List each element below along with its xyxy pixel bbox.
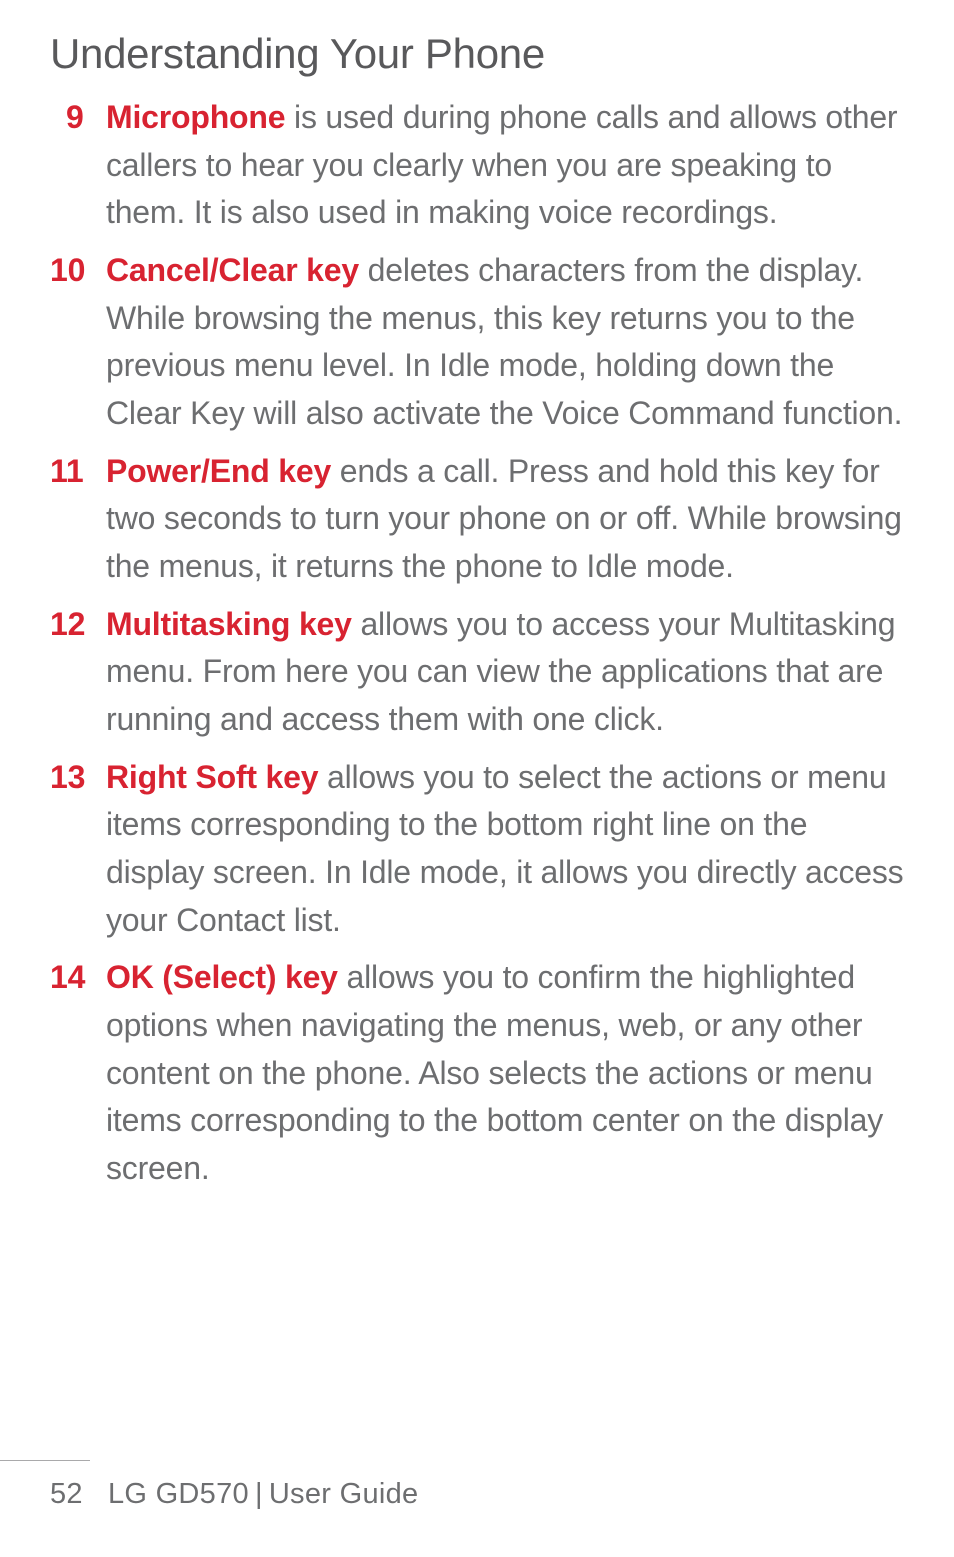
item-term: Microphone: [106, 99, 285, 135]
page-title: Understanding Your Phone: [50, 30, 914, 78]
product-name: LG GD570: [108, 1478, 249, 1510]
list-item: 9 Microphone is used during phone calls …: [50, 94, 914, 237]
item-number: 13: [50, 754, 85, 802]
page-footer: 52 LG GD570|User Guide: [50, 1478, 418, 1511]
footer-divider: |: [255, 1478, 263, 1510]
list-item: 10 Cancel/Clear key deletes characters f…: [50, 247, 914, 438]
list-item: 14 OK (Select) key allows you to confirm…: [50, 954, 914, 1192]
item-term: Power/End key: [106, 453, 331, 489]
list-item: 11 Power/End key ends a call. Press and …: [50, 448, 914, 591]
list-item: 12 Multitasking key allows you to access…: [50, 601, 914, 744]
list-item: 13 Right Soft key allows you to select t…: [50, 754, 914, 945]
item-term: OK (Select) key: [106, 959, 338, 995]
item-number: 14: [50, 954, 85, 1002]
item-number: 11: [50, 448, 83, 496]
item-number: 12: [50, 601, 85, 649]
footer-rule: [0, 1460, 90, 1461]
item-number: 9: [66, 94, 84, 142]
item-number: 10: [50, 247, 85, 295]
page-number: 52: [50, 1478, 83, 1510]
item-term: Right Soft key: [106, 759, 318, 795]
item-term: Multitasking key: [106, 606, 352, 642]
definition-list: 9 Microphone is used during phone calls …: [50, 94, 914, 1193]
doc-type: User Guide: [269, 1478, 419, 1510]
item-term: Cancel/Clear key: [106, 252, 359, 288]
